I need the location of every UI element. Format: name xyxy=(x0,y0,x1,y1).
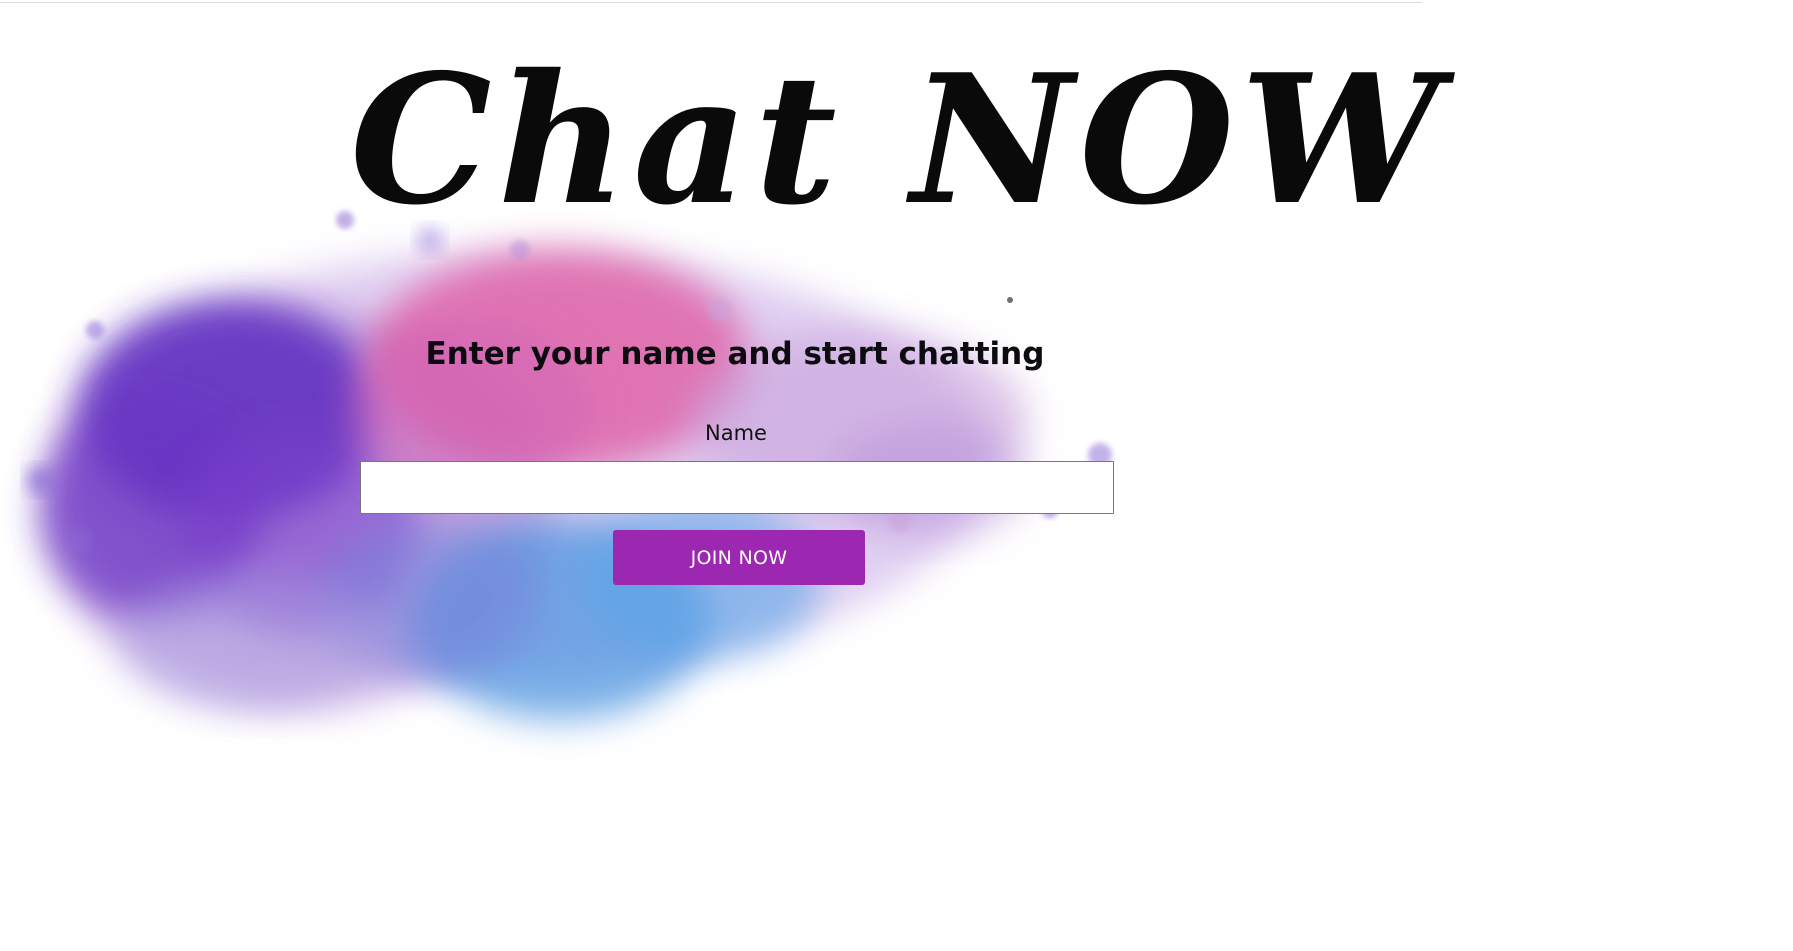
app-logo-title: Chat NOW xyxy=(350,35,1447,244)
join-now-button[interactable]: JOIN NOW xyxy=(613,530,865,585)
name-label: Name xyxy=(705,421,767,445)
page-heading: Enter your name and start chatting xyxy=(425,336,1045,372)
top-divider xyxy=(0,2,1422,3)
login-page: Chat NOW Enter your name and start chatt… xyxy=(0,0,1793,951)
name-input[interactable] xyxy=(360,461,1114,514)
